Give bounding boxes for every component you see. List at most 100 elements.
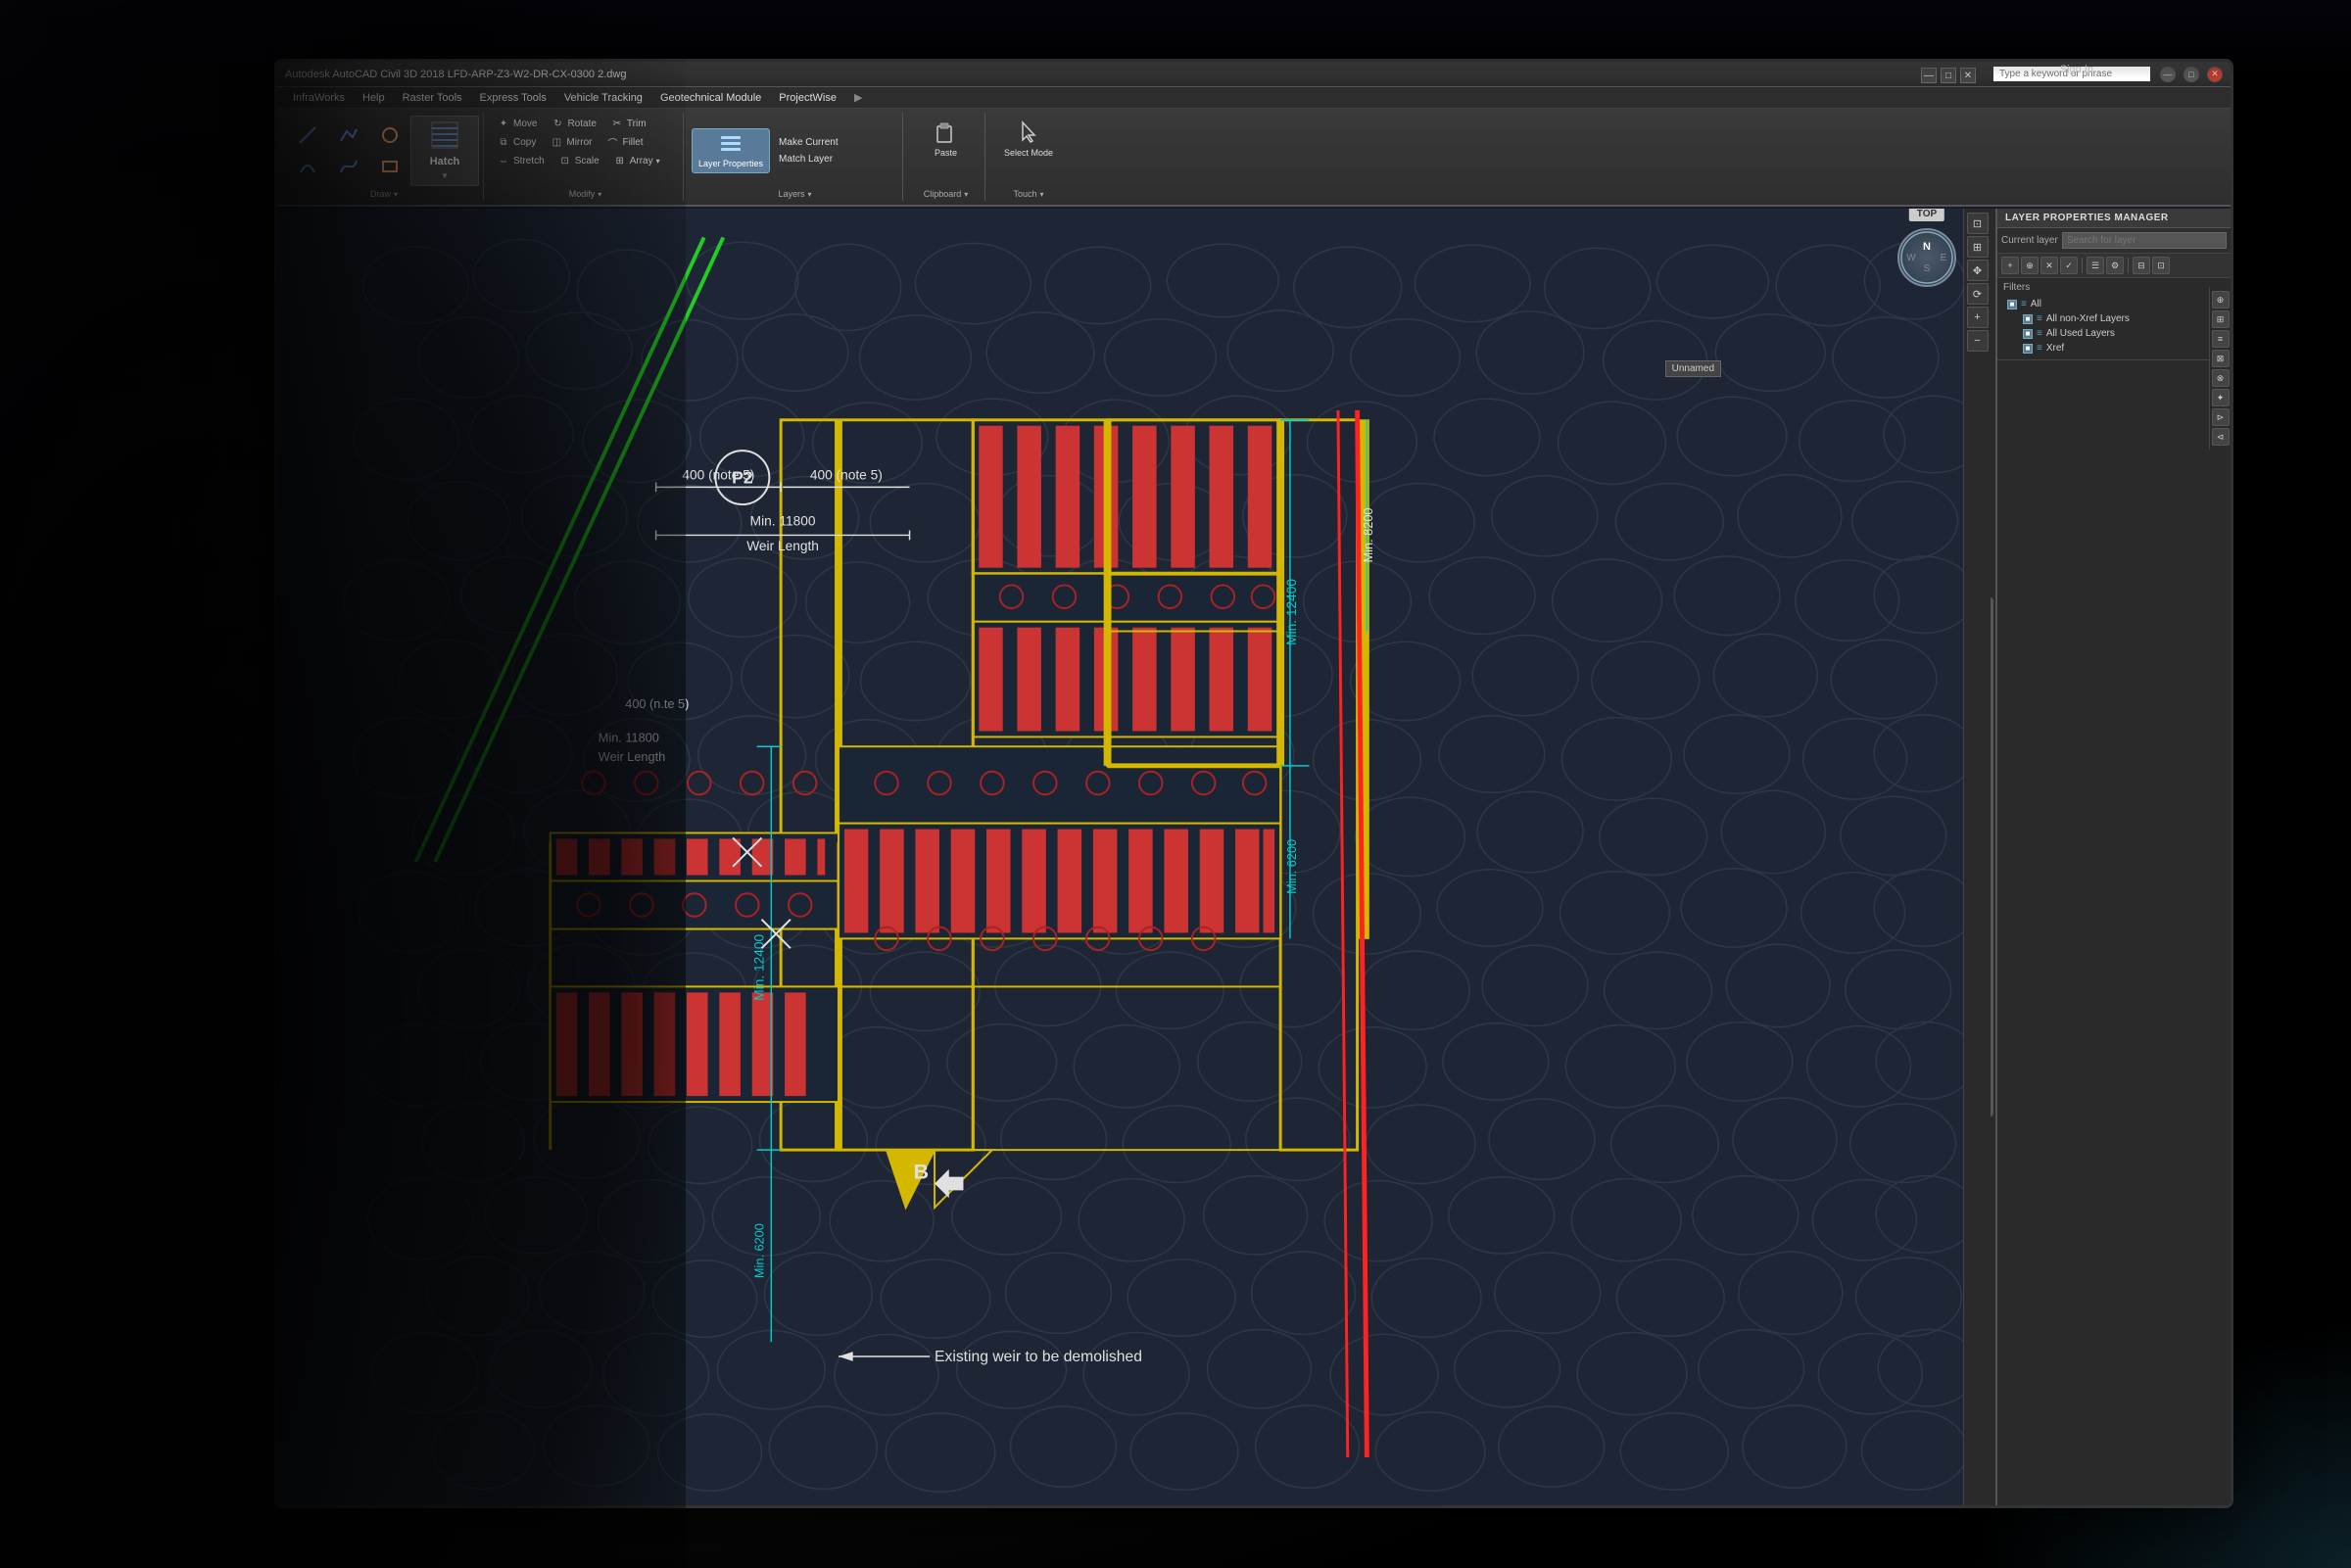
zoom-extents-button[interactable]: ⊡ [1967,213,1989,234]
polyline-button[interactable] [330,120,367,150]
ribbon-draw-row1 [289,120,408,150]
panel-tool-4[interactable]: ⊠ [2212,350,2230,367]
filter-used-check: ■ [2023,329,2033,339]
paste-button[interactable]: Paste [928,115,965,162]
rotate-button[interactable]: ↻ Rotate [546,115,600,132]
toolbar-separator [2082,258,2083,273]
filters-section: Filters ■ ≡ All ■ ≡ All non-Xref Layers … [1997,278,2231,360]
select-mode-button[interactable]: Select Mode [998,115,1059,162]
modify-group-label[interactable]: Modify [492,187,679,199]
filter-used-icon: ≡ [2037,328,2042,339]
signin-label[interactable]: Sign In [2060,64,2093,75]
modify-row1: ✦ Move ↻ Rotate ✂ Trim [492,115,651,132]
scale-button[interactable]: ⊡ Scale [553,152,604,169]
viewport-maximize-button[interactable]: □ [1941,68,1956,83]
orbit-button[interactable]: ⟳ [1967,283,1989,305]
mirror-button[interactable]: ◫ Mirror [545,133,597,151]
menu-help[interactable]: Help [355,90,393,106]
panel-tool-7[interactable]: ⊳ [2212,408,2230,426]
paste-icon [935,119,958,146]
touch-group-label[interactable]: Touch [993,187,1064,199]
panel-tool-6[interactable]: ✦ [2212,389,2230,406]
ribbon-group-touch: Select Mode Touch [989,113,1068,201]
ribbon-draw-tools: Hatch ▾ [289,115,479,187]
layer-search-input[interactable] [2062,232,2227,249]
clipboard-group-label[interactable]: Clipboard [911,187,981,199]
label-weir-length-lower: Weir Length [599,749,665,764]
menu-bar: InfraWorks Help Raster Tools Express Too… [277,87,2231,109]
filter-xref-label: Xref [2046,343,2064,354]
modify-row3: ⇔ Stretch ⊡ Scale ⊞ Array ▾ [492,152,665,169]
layer-table-btn[interactable]: ⊟ [2133,257,2150,274]
zoom-in-button[interactable]: + [1967,307,1989,328]
top-view-button[interactable]: TOP [1909,209,1944,221]
new-layer-vp-btn[interactable]: ⊕ [2021,257,2039,274]
layer-states-btn[interactable]: ☰ [2087,257,2104,274]
make-current-button[interactable]: Make Current [774,135,843,150]
arc-button[interactable] [289,152,326,181]
array-button[interactable]: ⊞ Array ▾ [608,152,665,169]
viewport-minimize-button[interactable]: — [1921,68,1937,83]
compass[interactable]: N S W E [1897,228,1956,287]
delete-layer-btn[interactable]: ✕ [2040,257,2058,274]
maximize-button[interactable]: □ [2183,67,2199,82]
menu-raster-tools[interactable]: Raster Tools [395,90,470,106]
set-current-btn[interactable]: ✓ [2060,257,2078,274]
panel-tool-3[interactable]: ≡ [2212,330,2230,348]
svg-text:E: E [1941,253,1947,263]
copy-button[interactable]: ⧉ Copy [492,133,541,151]
menu-infraworks[interactable]: InfraWorks [285,90,353,106]
fillet-button[interactable]: ⌒ Fillet [600,133,648,151]
filter-all[interactable]: ■ ≡ All [2003,297,2225,311]
layer-filter-btn[interactable]: ⊡ [2152,257,2170,274]
menu-express-tools[interactable]: Express Tools [472,90,554,106]
spline-button[interactable] [330,152,367,181]
menu-projectwise[interactable]: ProjectWise [771,90,844,106]
layer-settings-btn[interactable]: ⚙ [2106,257,2124,274]
hatch-dropdown-arrow[interactable]: ▾ [443,170,448,181]
dim-min-8200: Min. 8200 [1361,507,1375,562]
line-icon [297,124,318,146]
move-button[interactable]: ✦ Move [492,115,542,132]
hatch-button[interactable]: Hatch ▾ [410,116,479,186]
label-400-note5-1: 400 (note 5) [682,468,754,483]
filter-used-layers[interactable]: ■ ≡ All Used Layers [2003,326,2225,341]
menu-geotechnical[interactable]: Geotechnical Module [652,90,769,106]
pan-button[interactable]: ✥ [1967,260,1989,281]
zoom-window-button[interactable]: ⊞ [1967,236,1989,258]
filter-non-xref[interactable]: ■ ≡ All non-Xref Layers [2003,311,2225,326]
match-layer-button[interactable]: Match Layer [774,152,843,166]
rect-button[interactable] [371,152,408,181]
layers-group-label[interactable]: Layers [692,187,898,199]
viewport-close-button[interactable]: ✕ [1960,68,1976,83]
filter-non-xref-label: All non-Xref Layers [2046,313,2130,324]
filter-non-xref-icon: ≡ [2037,313,2042,324]
filter-xref[interactable]: ■ ≡ Xref [2003,341,2225,356]
close-button[interactable]: ✕ [2207,67,2223,82]
hatch-label: Hatch [430,156,460,167]
zoom-out-button[interactable]: − [1967,330,1989,352]
ribbon-layers-tools: Layer Properties Make Current Match Laye… [692,115,898,187]
panel-tool-8[interactable]: ⊲ [2212,428,2230,446]
layer-properties-button[interactable]: Layer Properties [692,128,770,173]
line-button[interactable] [289,120,326,150]
hatch-center-lower [839,824,1280,939]
array-dropdown[interactable]: ▾ [656,157,660,166]
filter-xref-check: ■ [2023,344,2033,354]
panel-tool-1[interactable]: ⊕ [2212,291,2230,309]
cad-viewport[interactable]: TOP N S W E Unnamed [277,209,1995,1505]
panel-tool-2[interactable]: ⊞ [2212,310,2230,328]
draw-group-label[interactable]: Draw [289,187,479,199]
minimize-button[interactable]: — [2160,67,2176,82]
circle-button[interactable] [371,120,408,150]
clipboard-tools: Paste [911,115,981,187]
new-layer-btn[interactable]: + [2001,257,2019,274]
stretch-button[interactable]: ⇔ Stretch [492,152,550,169]
viewport-controls: TOP N S W E [1897,228,1956,287]
menu-extra[interactable]: ▶ [846,89,870,106]
menu-vehicle-tracking[interactable]: Vehicle Tracking [556,90,650,106]
array-icon: ⊞ [613,154,627,167]
trim-button[interactable]: ✂ Trim [605,115,651,132]
filter-non-xref-check: ■ [2023,314,2033,324]
panel-tool-5[interactable]: ⊗ [2212,369,2230,387]
